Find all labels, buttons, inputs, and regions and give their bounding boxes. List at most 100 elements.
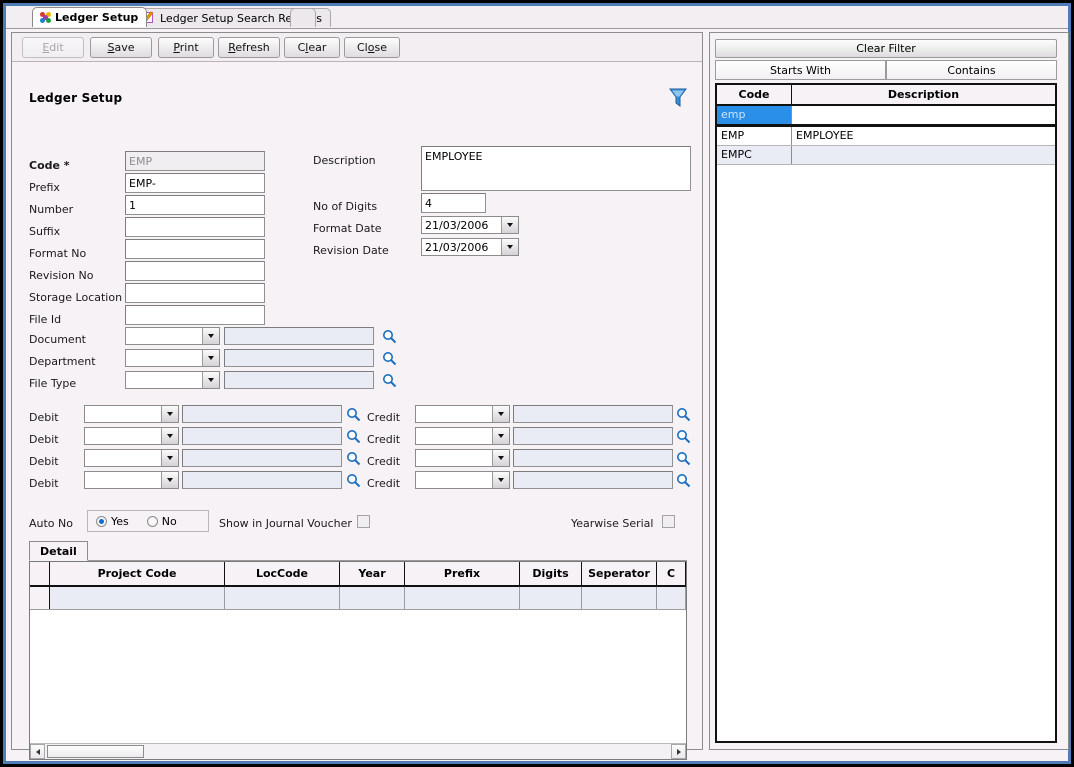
- suffix-input[interactable]: [125, 217, 265, 237]
- search-filter-row[interactable]: emp: [717, 106, 1055, 127]
- edit-button[interactable]: Edit: [22, 37, 84, 58]
- search-filter-description-input[interactable]: [792, 106, 1055, 124]
- revision-no-input[interactable]: [125, 261, 265, 281]
- detail-col-digits[interactable]: Digits: [520, 562, 582, 585]
- auto-no-no-radio[interactable]: No: [146, 515, 177, 528]
- credit-search-icon-1[interactable]: [676, 407, 691, 422]
- clear-button[interactable]: Clear: [284, 37, 340, 58]
- detail-col-loccode[interactable]: LocCode: [225, 562, 340, 585]
- chevron-down-icon[interactable]: [161, 472, 178, 488]
- debit-combo-3[interactable]: [84, 449, 179, 467]
- number-input[interactable]: [125, 195, 265, 215]
- table-row[interactable]: [30, 587, 686, 610]
- chevron-down-icon[interactable]: [492, 406, 509, 422]
- credit-combo-4[interactable]: [415, 471, 510, 489]
- tab-placeholder[interactable]: [290, 8, 316, 27]
- detail-cell-truncated[interactable]: [657, 587, 686, 609]
- detail-cell-year[interactable]: [340, 587, 405, 609]
- debit-text-4[interactable]: [182, 471, 342, 489]
- debit-search-icon-3[interactable]: [346, 451, 361, 466]
- description-textarea[interactable]: [421, 146, 691, 191]
- department-search-icon[interactable]: [382, 351, 397, 366]
- debit-combo-2[interactable]: [84, 427, 179, 445]
- print-button[interactable]: Print: [158, 37, 214, 58]
- refresh-button[interactable]: Refresh: [218, 37, 280, 58]
- search-result-row[interactable]: EMP EMPLOYEE: [717, 127, 1055, 146]
- detail-cell-seperator[interactable]: [582, 587, 657, 609]
- chevron-down-icon[interactable]: [501, 217, 518, 233]
- chevron-down-icon[interactable]: [202, 328, 219, 344]
- debit-text-2[interactable]: [182, 427, 342, 445]
- detail-cell-project-code[interactable]: [50, 587, 225, 609]
- search-result-row[interactable]: EMPC: [717, 146, 1055, 165]
- scroll-left-arrow-icon[interactable]: [30, 744, 45, 759]
- credit-combo-1[interactable]: [415, 405, 510, 423]
- show-in-journal-voucher-checkbox[interactable]: [357, 515, 370, 528]
- detail-grid-horizontal-scrollbar[interactable]: [30, 743, 686, 759]
- format-date-picker[interactable]: 21/03/2006: [421, 216, 519, 234]
- clear-filter-button[interactable]: Clear Filter: [715, 39, 1057, 58]
- chevron-down-icon[interactable]: [492, 472, 509, 488]
- document-search-icon[interactable]: [382, 329, 397, 344]
- chevron-down-icon[interactable]: [202, 372, 219, 388]
- auto-no-yes-radio[interactable]: Yes: [96, 515, 129, 528]
- credit-text-4[interactable]: [513, 471, 673, 489]
- debit-combo-4[interactable]: [84, 471, 179, 489]
- credit-combo-3[interactable]: [415, 449, 510, 467]
- file-type-combo[interactable]: [125, 371, 220, 389]
- detail-col-year[interactable]: Year: [340, 562, 405, 585]
- chevron-down-icon[interactable]: [492, 428, 509, 444]
- debit-text-1[interactable]: [182, 405, 342, 423]
- chevron-down-icon[interactable]: [202, 350, 219, 366]
- format-no-input[interactable]: [125, 239, 265, 259]
- credit-combo-2[interactable]: [415, 427, 510, 445]
- prefix-input[interactable]: [125, 173, 265, 193]
- debit-search-icon-2[interactable]: [346, 429, 361, 444]
- credit-text-2[interactable]: [513, 427, 673, 445]
- file-type-text[interactable]: [224, 371, 374, 389]
- code-input[interactable]: [125, 151, 265, 171]
- credit-search-icon-3[interactable]: [676, 451, 691, 466]
- detail-col-seperator[interactable]: Seperator: [582, 562, 657, 585]
- chevron-down-icon[interactable]: [161, 428, 178, 444]
- department-combo[interactable]: [125, 349, 220, 367]
- scroll-right-arrow-icon[interactable]: [671, 744, 686, 759]
- department-text[interactable]: [224, 349, 374, 367]
- chevron-down-icon[interactable]: [501, 239, 518, 255]
- tab-detail[interactable]: Detail: [29, 541, 88, 561]
- debit-search-icon-4[interactable]: [346, 473, 361, 488]
- debit-combo-1[interactable]: [84, 405, 179, 423]
- detail-cell-selector[interactable]: [30, 587, 50, 609]
- document-combo[interactable]: [125, 327, 220, 345]
- credit-search-icon-2[interactable]: [676, 429, 691, 444]
- revision-date-picker[interactable]: 21/03/2006: [421, 238, 519, 256]
- debit-text-3[interactable]: [182, 449, 342, 467]
- chevron-down-icon[interactable]: [161, 450, 178, 466]
- yearwise-serial-checkbox[interactable]: [662, 515, 675, 528]
- detail-col-truncated[interactable]: C: [657, 562, 686, 585]
- chevron-down-icon[interactable]: [161, 406, 178, 422]
- scrollbar-thumb[interactable]: [47, 745, 144, 758]
- document-text[interactable]: [224, 327, 374, 345]
- tab-contains[interactable]: Contains: [886, 60, 1057, 80]
- credit-text-1[interactable]: [513, 405, 673, 423]
- chevron-down-icon[interactable]: [492, 450, 509, 466]
- funnel-filter-icon[interactable]: [668, 86, 688, 108]
- save-button[interactable]: Save: [90, 37, 152, 58]
- credit-search-icon-4[interactable]: [676, 473, 691, 488]
- detail-cell-loccode[interactable]: [225, 587, 340, 609]
- storage-location-input[interactable]: [125, 283, 265, 303]
- debit-search-icon-1[interactable]: [346, 407, 361, 422]
- search-col-code[interactable]: Code: [717, 85, 792, 104]
- close-button[interactable]: Close: [344, 37, 400, 58]
- file-id-input[interactable]: [125, 305, 265, 325]
- file-type-search-icon[interactable]: [382, 373, 397, 388]
- no-of-digits-input[interactable]: [421, 193, 486, 213]
- search-filter-code-input[interactable]: emp: [717, 106, 792, 124]
- detail-col-prefix[interactable]: Prefix: [405, 562, 520, 585]
- search-col-description[interactable]: Description: [792, 85, 1055, 104]
- tab-ledger-setup[interactable]: Ledger Setup: [32, 7, 148, 27]
- tab-starts-with[interactable]: Starts With: [715, 60, 886, 80]
- credit-text-3[interactable]: [513, 449, 673, 467]
- detail-col-project-code[interactable]: Project Code: [50, 562, 225, 585]
